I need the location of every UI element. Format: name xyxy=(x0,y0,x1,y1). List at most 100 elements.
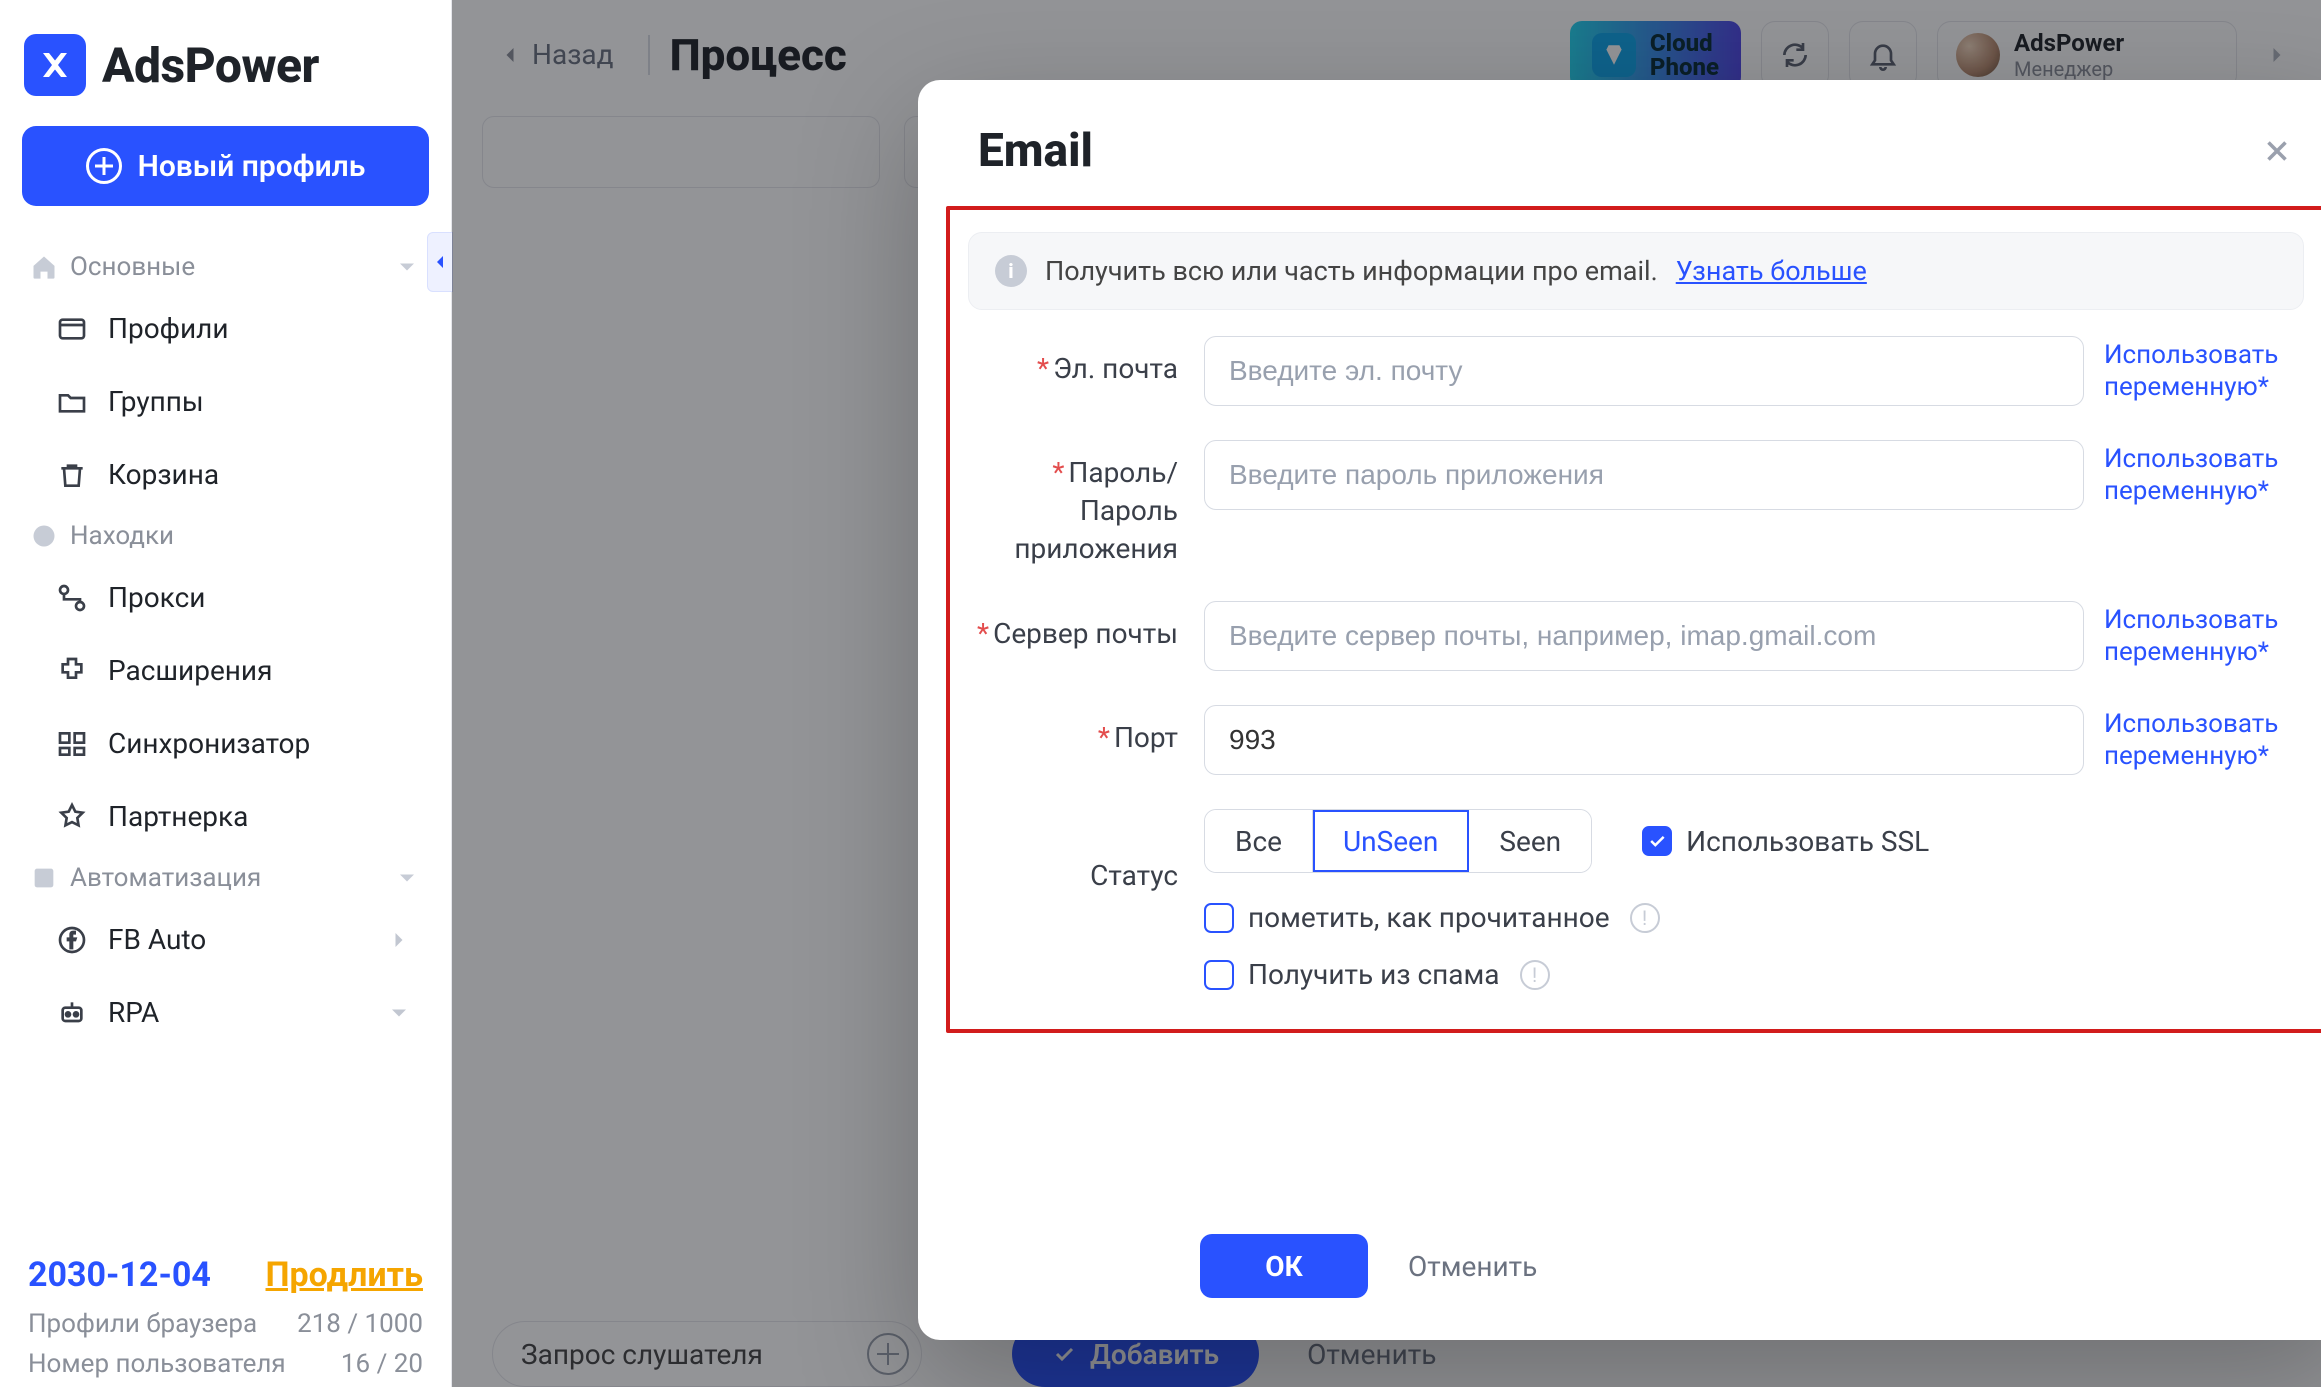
use-variable-link[interactable]: Использовать переменную* xyxy=(2104,708,2304,773)
password-input[interactable] xyxy=(1204,440,2084,510)
renew-link[interactable]: Продлить xyxy=(266,1255,423,1295)
proxy-icon xyxy=(56,582,88,614)
mark-read-label: пометить, как прочитанное xyxy=(1248,901,1610,934)
use-variable-link[interactable]: Использовать переменную* xyxy=(2104,443,2304,508)
main: Назад Процесс Cloud Phone xyxy=(452,0,2321,1387)
sidebar-item-fb-auto[interactable]: FB Auto xyxy=(18,903,433,976)
info-text: Получить всю или часть информации про em… xyxy=(1045,255,1658,287)
plus-icon xyxy=(86,148,122,184)
use-variable-link[interactable]: Использовать переменную* xyxy=(2104,339,2304,404)
puzzle-icon xyxy=(56,655,88,687)
sidebar-item-profiles[interactable]: Профили xyxy=(18,292,433,365)
sidebar-item-label: Профили xyxy=(108,312,229,345)
server-input[interactable] xyxy=(1204,601,2084,671)
row-password: *Пароль/ Пароль приложения Использовать … xyxy=(968,440,2304,567)
automation-icon xyxy=(30,864,58,892)
sidebar-item-label: Корзина xyxy=(108,458,219,491)
email-input[interactable] xyxy=(1204,336,2084,406)
close-icon xyxy=(2260,134,2294,168)
highlighted-region: i Получить всю или часть информации про … xyxy=(946,206,2321,1033)
facebook-icon xyxy=(56,924,88,956)
help-icon[interactable]: ! xyxy=(1630,903,1660,933)
trash-icon xyxy=(56,459,88,491)
nav-section-label: Автоматизация xyxy=(70,863,261,893)
logo-mark-icon xyxy=(24,34,86,96)
sidebar: AdsPower Новый профиль Основные Профили … xyxy=(0,0,452,1387)
users-count-label: Номер пользователя xyxy=(28,1349,286,1379)
sidebar-item-label: Партнерка xyxy=(108,800,248,833)
chevron-down-icon xyxy=(393,864,421,892)
sidebar-item-groups[interactable]: Группы xyxy=(18,365,433,438)
chevron-down-icon xyxy=(393,253,421,281)
chevron-down-icon xyxy=(385,999,413,1027)
sidebar-item-sync[interactable]: Синхронизатор xyxy=(18,707,433,780)
info-banner: i Получить всю или часть информации про … xyxy=(968,232,2304,310)
profiles-icon xyxy=(56,313,88,345)
label-port: *Порт xyxy=(968,705,1178,757)
status-all[interactable]: Все xyxy=(1205,810,1313,872)
profiles-count-label: Профили браузера xyxy=(28,1309,257,1339)
users-count-value: 16 / 20 xyxy=(341,1349,423,1379)
ssl-checkbox[interactable] xyxy=(1642,826,1672,856)
sidebar-item-extensions[interactable]: Расширения xyxy=(18,634,433,707)
label-status: Статус xyxy=(968,809,1178,895)
label-server: *Сервер почты xyxy=(968,601,1178,653)
label-password: *Пароль/ Пароль приложения xyxy=(968,440,1178,567)
sidebar-item-label: RPA xyxy=(108,996,159,1029)
sidebar-item-label: FB Auto xyxy=(108,923,206,956)
row-status: Статус Все UnSeen Seen xyxy=(968,809,2304,991)
row-port: *Порт Использовать переменную* xyxy=(968,705,2304,775)
mark-read-checkbox[interactable] xyxy=(1204,903,1234,933)
modal-footer: ОК Отменить xyxy=(918,1216,2321,1340)
sidebar-item-rpa[interactable]: RPA xyxy=(18,976,433,1049)
new-profile-button[interactable]: Новый профиль xyxy=(22,126,429,206)
label-email: *Эл. почта xyxy=(968,336,1178,388)
chevron-right-icon xyxy=(385,926,413,954)
help-icon[interactable]: ! xyxy=(1520,960,1550,990)
star-icon xyxy=(56,801,88,833)
ok-button[interactable]: ОК xyxy=(1200,1234,1368,1298)
sidebar-item-affiliate[interactable]: Партнерка xyxy=(18,780,433,853)
logo: AdsPower xyxy=(18,0,433,126)
robot-icon xyxy=(56,997,88,1029)
info-icon: i xyxy=(995,255,1027,287)
nav-section-label: Находки xyxy=(70,521,174,551)
compass-icon xyxy=(30,522,58,550)
modal-head: Email xyxy=(918,80,2321,202)
nav-section-automation[interactable]: Автоматизация xyxy=(18,853,433,903)
sidebar-item-label: Группы xyxy=(108,385,204,418)
mark-read-row: пометить, как прочитанное ! xyxy=(1204,901,2304,934)
sidebar-item-label: Синхронизатор xyxy=(108,727,310,760)
from-spam-label: Получить из спама xyxy=(1248,958,1500,991)
modal-title: Email xyxy=(978,124,1093,178)
home-icon xyxy=(30,253,58,281)
cancel-button[interactable]: Отменить xyxy=(1408,1250,1537,1283)
nav-section-finds[interactable]: Находки xyxy=(18,511,433,561)
status-chip-group: Все UnSeen Seen xyxy=(1204,809,1592,873)
app-root: AdsPower Новый профиль Основные Профили … xyxy=(0,0,2321,1387)
status-unseen[interactable]: UnSeen xyxy=(1313,810,1469,872)
sidebar-collapse-button[interactable] xyxy=(427,232,453,292)
from-spam-row: Получить из спама ! xyxy=(1204,958,2304,991)
row-server: *Сервер почты Использовать переменную* xyxy=(968,601,2304,671)
from-spam-checkbox[interactable] xyxy=(1204,960,1234,990)
learn-more-link[interactable]: Узнать больше xyxy=(1676,255,1867,287)
status-seen[interactable]: Seen xyxy=(1469,810,1591,872)
nav-section-main[interactable]: Основные xyxy=(18,242,433,292)
license-date: 2030-12-04 xyxy=(28,1255,211,1295)
ssl-label: Использовать SSL xyxy=(1686,825,1929,858)
sync-icon xyxy=(56,728,88,760)
port-input[interactable] xyxy=(1204,705,2084,775)
sidebar-item-label: Прокси xyxy=(108,581,205,614)
new-profile-label: Новый профиль xyxy=(138,149,366,184)
profiles-count-value: 218 / 1000 xyxy=(297,1309,423,1339)
modal-body: i Получить всю или часть информации про … xyxy=(918,202,2321,1216)
logo-text: AdsPower xyxy=(102,37,319,94)
sidebar-item-trash[interactable]: Корзина xyxy=(18,438,433,511)
use-variable-link[interactable]: Использовать переменную* xyxy=(2104,604,2304,669)
sidebar-footer: 2030-12-04 Продлить Профили браузера 218… xyxy=(18,1235,433,1387)
close-button[interactable] xyxy=(2260,134,2294,168)
nav-section-label: Основные xyxy=(70,252,195,282)
row-email: *Эл. почта Использовать переменную* xyxy=(968,336,2304,406)
sidebar-item-proxy[interactable]: Прокси xyxy=(18,561,433,634)
